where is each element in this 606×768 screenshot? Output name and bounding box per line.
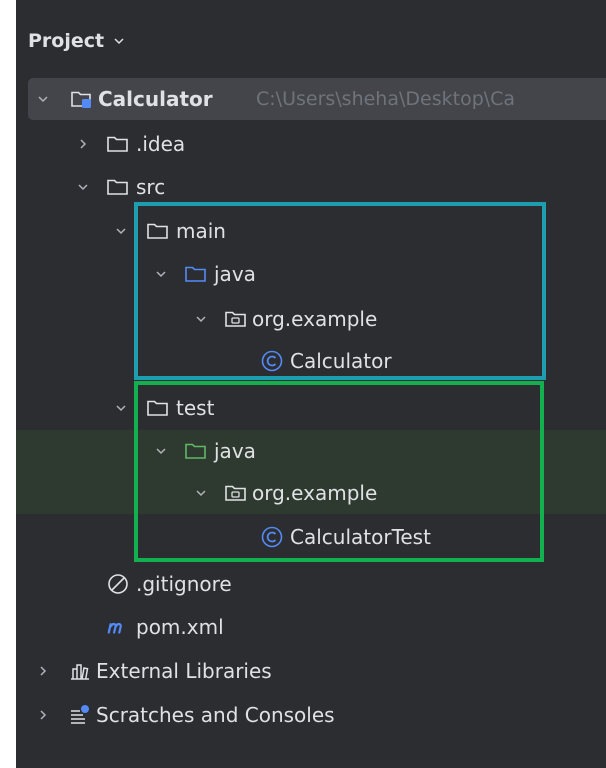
source-folder-icon — [184, 262, 208, 286]
tree-item-test-package[interactable]: org.example — [16, 472, 606, 514]
chevron-right-icon[interactable] — [34, 662, 52, 680]
chevron-down-icon[interactable] — [74, 178, 92, 196]
tree-item-test-java[interactable]: java — [16, 430, 606, 472]
chevron-down-icon — [114, 38, 124, 45]
tree-item-idea[interactable]: .idea — [16, 123, 606, 165]
tree-item-label: org.example — [252, 307, 378, 331]
chevron-down-icon[interactable] — [152, 265, 170, 283]
chevron-down-icon[interactable] — [34, 90, 52, 108]
scratches-icon — [68, 703, 92, 727]
tree-item-label: java — [214, 262, 256, 286]
tree-item-label: Calculator — [290, 349, 392, 373]
project-view-header[interactable]: Project — [28, 26, 126, 56]
project-tool-window: Project Calculator C:\Users\sheha\Deskto… — [16, 0, 606, 768]
tree-item-src[interactable]: src — [16, 166, 606, 208]
class-icon — [260, 349, 284, 373]
tree-item-label: Calculator — [98, 87, 213, 111]
tree-item-label: pom.xml — [136, 615, 224, 639]
folder-icon — [146, 219, 170, 243]
chevron-down-icon[interactable] — [152, 442, 170, 460]
tree-item-label: .gitignore — [136, 572, 232, 596]
folder-icon — [106, 132, 130, 156]
ignore-file-icon — [106, 572, 130, 596]
project-path: C:\Users\sheha\Desktop\Ca — [256, 88, 516, 110]
tree-item-main[interactable]: main — [16, 210, 606, 252]
chevron-down-icon[interactable] — [112, 222, 130, 240]
tree-item-label: .idea — [136, 132, 186, 156]
project-view-title: Project — [28, 30, 105, 52]
tree-item-main-package[interactable]: org.example — [16, 298, 606, 340]
chevron-right-icon[interactable] — [74, 135, 92, 153]
tree-item-label: test — [176, 396, 215, 420]
tree-item-label: src — [136, 175, 166, 199]
tree-item-external-libraries[interactable]: External Libraries — [16, 650, 606, 692]
chevron-down-icon[interactable] — [112, 399, 130, 417]
chevron-down-icon[interactable] — [192, 310, 210, 328]
folder-icon — [146, 396, 170, 420]
folder-icon — [106, 175, 130, 199]
tree-item-scratches-and-consoles[interactable]: Scratches and Consoles — [16, 694, 606, 736]
package-icon — [224, 307, 248, 331]
tree-item-calculator-test-class[interactable]: CalculatorTest — [16, 516, 606, 558]
tree-item-pom-xml[interactable]: pom.xml — [16, 606, 606, 648]
module-folder-icon — [70, 87, 94, 111]
tree-item-main-java[interactable]: java — [16, 253, 606, 295]
chevron-right-icon[interactable] — [34, 706, 52, 724]
package-icon — [224, 481, 248, 505]
maven-icon — [106, 615, 130, 639]
chevron-down-icon[interactable] — [192, 484, 210, 502]
tree-item-test[interactable]: test — [16, 387, 606, 429]
tree-item-gitignore[interactable]: .gitignore — [16, 563, 606, 605]
tree-item-label: org.example — [252, 481, 378, 505]
tree-item-label: CalculatorTest — [290, 525, 431, 549]
tree-item-label: main — [176, 219, 226, 243]
tree-item-calculator-project[interactable]: Calculator C:\Users\sheha\Desktop\Ca — [28, 78, 606, 120]
tree-item-calculator-class[interactable]: Calculator — [16, 340, 606, 382]
class-icon — [260, 525, 284, 549]
test-source-folder-icon — [184, 439, 208, 463]
tree-item-label: Scratches and Consoles — [96, 703, 335, 727]
library-icon — [68, 659, 92, 683]
tree-item-label: External Libraries — [96, 659, 272, 683]
tree-item-label: java — [214, 439, 256, 463]
